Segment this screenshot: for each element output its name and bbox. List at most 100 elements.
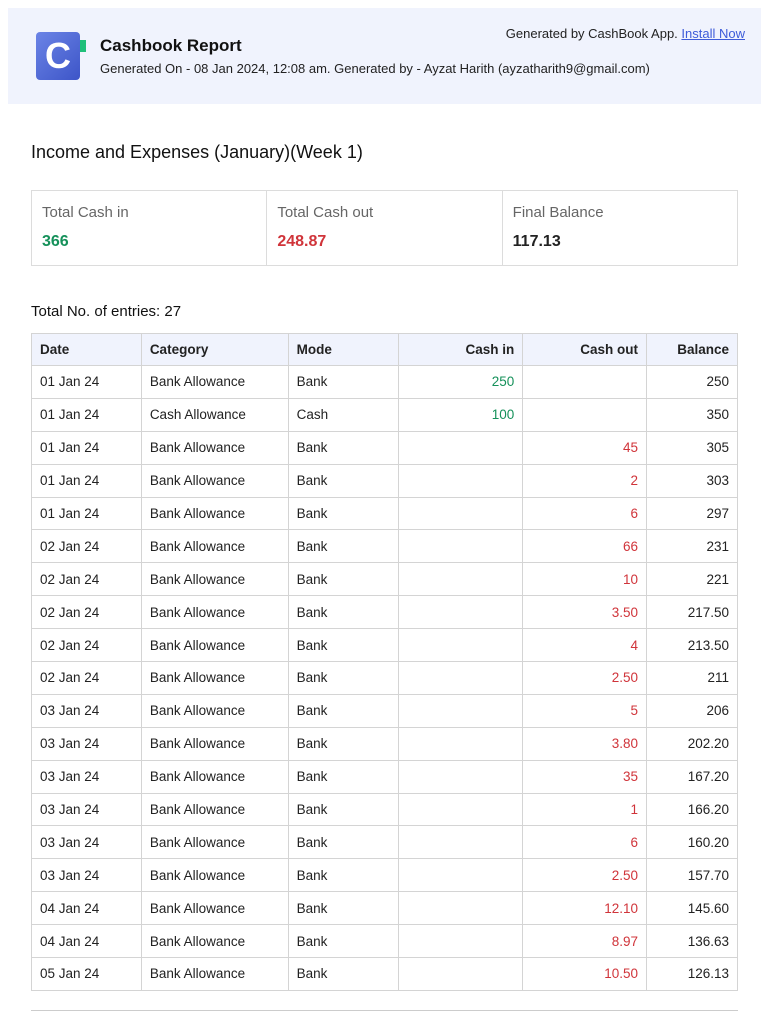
summary-panel: Total Cash in 366 Total Cash out 248.87 Fi… <box>31 190 738 266</box>
date-cell: 04 Jan 24 <box>31 924 142 959</box>
category-cell: Bank Allowance <box>140 825 289 860</box>
column-header: Date <box>31 333 142 366</box>
total-cash-in: Total Cash in 366 <box>32 191 268 265</box>
date-cell: 01 Jan 24 <box>31 430 142 465</box>
total-cash-out: Total Cash out 248.87 <box>267 191 503 265</box>
cash-in-cell <box>398 891 524 926</box>
cash-out-cell: 8.97 <box>522 924 647 959</box>
mode-cell: Bank <box>287 562 400 597</box>
category-cell: Bank Allowance <box>140 693 289 728</box>
category-cell: Bank Allowance <box>140 924 289 959</box>
date-cell: 01 Jan 24 <box>31 397 142 432</box>
cash-out-cell: 6 <box>522 825 647 860</box>
mode-cell: Bank <box>287 726 400 761</box>
cash-in-cell <box>398 858 524 893</box>
cash-in-cell <box>398 759 524 794</box>
mode-cell: Bank <box>287 825 400 860</box>
cash-in-cell <box>398 693 524 728</box>
cash-in-cell <box>398 529 524 564</box>
mode-cell: Bank <box>287 365 400 399</box>
category-cell: Cash Allowance <box>140 397 289 432</box>
table-row: 04 Jan 24 Bank Allowance Bank 8.97 136.63 <box>31 924 738 959</box>
cash-out-cell: 2.50 <box>522 661 647 695</box>
cash-out-cell: 2 <box>522 463 647 498</box>
category-cell: Bank Allowance <box>140 726 289 761</box>
balance-cell: 350 <box>646 397 738 432</box>
date-cell: 02 Jan 24 <box>31 529 142 564</box>
table-row: 02 Jan 24 Bank Allowance Bank 2.50 211 <box>31 661 738 695</box>
table-row: 01 Jan 24 Bank Allowance Bank 6 297 <box>31 496 738 531</box>
table-row: 02 Jan 24 Bank Allowance Bank 10 221 <box>31 562 738 597</box>
category-cell: Bank Allowance <box>140 365 289 399</box>
cash-in-cell <box>398 792 524 827</box>
balance-cell: 160.20 <box>646 825 738 860</box>
table-row: 03 Jan 24 Bank Allowance Bank 1 166.20 <box>31 792 738 827</box>
cash-out-cell: 66 <box>522 529 647 564</box>
mode-cell: Bank <box>287 529 400 564</box>
cash-out-cell: 1 <box>522 792 647 827</box>
date-cell: 02 Jan 24 <box>31 628 142 663</box>
balance-cell: 213.50 <box>646 628 738 663</box>
cash-in-cell <box>398 628 524 663</box>
balance-cell: 126.13 <box>646 957 738 991</box>
section-title: Income and Expenses (January)(Week 1) <box>31 142 363 162</box>
category-cell: Bank Allowance <box>140 661 289 695</box>
cash-in-cell <box>398 430 524 465</box>
column-header: Balance <box>646 333 738 366</box>
category-cell: Bank Allowance <box>140 759 289 794</box>
table-row: 02 Jan 24 Bank Allowance Bank 3.50 217.50 <box>31 595 738 630</box>
table-row: 01 Jan 24 Bank Allowance Bank 250 250 <box>31 365 738 399</box>
cash-out-cell: 45 <box>522 430 647 465</box>
date-cell: 04 Jan 24 <box>31 891 142 926</box>
balance-cell: 217.50 <box>646 595 738 630</box>
cash-in-cell <box>398 661 524 695</box>
mode-cell: Cash <box>287 397 400 432</box>
cash-out-cell <box>522 365 647 399</box>
category-cell: Bank Allowance <box>140 858 289 893</box>
cash-out-cell: 2.50 <box>522 858 647 893</box>
category-cell: Bank Allowance <box>140 430 289 465</box>
mode-cell: Bank <box>287 957 400 991</box>
table-header-row: Date Category Mode Cash in Cash out Balance <box>31 333 738 366</box>
cash-out-cell: 3.50 <box>522 595 647 630</box>
entries-table: Date Category Mode Cash in Cash out Balance 0… <box>31 333 738 991</box>
date-cell: 01 Jan 24 <box>31 496 142 531</box>
date-cell: 02 Jan 24 <box>31 661 142 695</box>
cash-in-cell: 250 <box>398 365 524 399</box>
divider <box>31 1010 738 1011</box>
category-cell: Bank Allowance <box>140 891 289 926</box>
cash-out-cell: 10.50 <box>522 957 647 991</box>
balance-cell: 157.70 <box>646 858 738 893</box>
balance-cell: 167.20 <box>646 759 738 794</box>
column-header: Mode <box>287 333 400 366</box>
mode-cell: Bank <box>287 496 400 531</box>
mode-cell: Bank <box>287 792 400 827</box>
mode-cell: Bank <box>287 924 400 959</box>
balance-cell: 136.63 <box>646 924 738 959</box>
final-balance: Final Balance 117.13 <box>512 204 604 250</box>
balance-cell: 221 <box>646 562 738 597</box>
entries-count: Total No. of entries: 27 <box>31 303 182 320</box>
date-cell: 02 Jan 24 <box>31 562 142 597</box>
mode-cell: Bank <box>287 595 400 630</box>
balance-cell: 211 <box>646 661 738 695</box>
mode-cell: Bank <box>287 693 400 728</box>
category-cell: Bank Allowance <box>140 792 289 827</box>
cash-in-cell <box>398 496 524 531</box>
category-cell: Bank Allowance <box>140 463 289 498</box>
cash-out-cell: 6 <box>522 496 647 531</box>
report-title: Cashbook Report <box>100 36 242 55</box>
balance-cell: 206 <box>646 693 738 728</box>
table-row: 05 Jan 24 Bank Allowance Bank 10.50 126.13 <box>31 957 738 991</box>
date-cell: 03 Jan 24 <box>31 726 142 761</box>
table-row: 03 Jan 24 Bank Allowance Bank 5 206 <box>31 693 738 728</box>
cash-in-cell: 100 <box>398 397 524 432</box>
balance-cell: 231 <box>646 529 738 564</box>
date-cell: 01 Jan 24 <box>31 463 142 498</box>
cashbook-logo-icon: C <box>36 32 86 80</box>
cash-in-cell <box>398 924 524 959</box>
install-now-link[interactable]: Install Now <box>681 26 745 41</box>
date-cell: 03 Jan 24 <box>31 759 142 794</box>
cash-out-cell: 12.10 <box>522 891 647 926</box>
mode-cell: Bank <box>287 759 400 794</box>
